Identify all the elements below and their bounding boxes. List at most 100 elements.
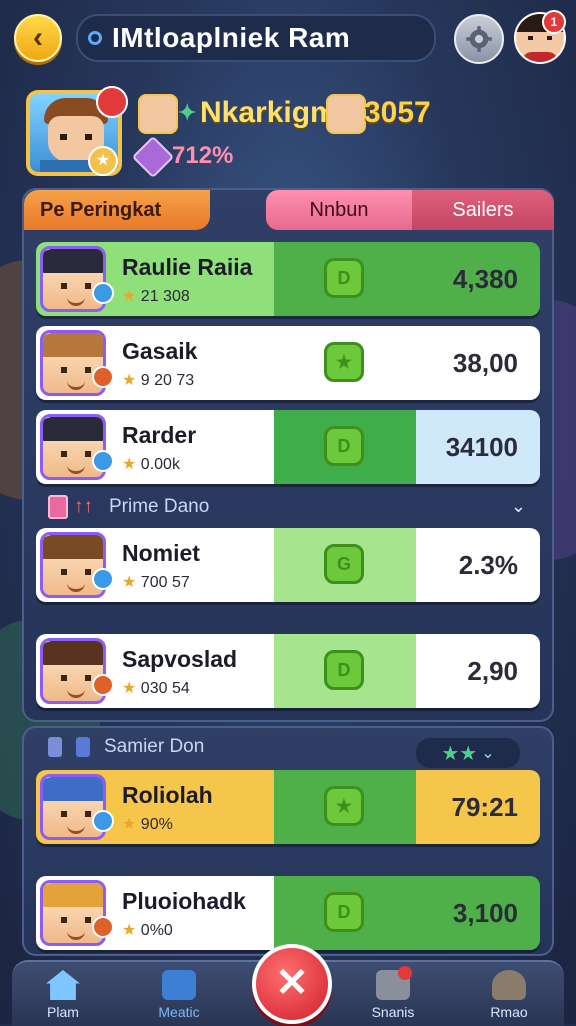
section-prime[interactable]: ↑↑ Prime Dano ⌄ [36,490,540,524]
row-gem-cell: ★ [274,326,416,400]
player-rank-badge [96,86,128,118]
arrow-icon: ↑↑ [74,496,93,517]
gem-icon[interactable]: ★ [324,786,364,826]
row-value-cell: 2,90 [416,634,540,708]
player-sub-score: ★ 21 308 [122,286,190,306]
player-sub-score: ★ 9 20 73 [122,370,194,390]
hat [43,417,103,441]
back-arrow-icon[interactable]: ‹ [14,14,62,62]
page-title: IMtloaplniek Ram [112,22,351,53]
star-icon: ★ [122,922,137,939]
gem-icon[interactable]: D [324,892,364,932]
eyes [61,569,91,575]
mouth [67,689,85,698]
gem-icon[interactable]: D [324,258,364,298]
sub-value: 9 20 73 [140,372,195,389]
mouth [67,465,85,474]
player-sub-score: ★ 700 57 [122,572,190,592]
leaderboard-row[interactable]: Pluoiohadk ★ 0%0 D 3,100 [36,876,540,950]
nav-profile[interactable]: Rmao [464,962,554,1026]
eyes [61,917,91,923]
chevron-down-icon[interactable]: ⌄ [481,743,494,763]
row-player-cell: Raulie Raiia ★ 21 308 [36,242,274,316]
gem-icon[interactable]: G [324,544,364,584]
player-score: 3057 [364,96,431,129]
row-gem-cell: ★ [274,770,416,844]
sub-value: 030 54 [140,680,190,697]
row-player-cell: Rarder ★ 0.00k [36,410,274,484]
nav-label: Meatic [158,1004,200,1020]
row-value: 2.3% [458,550,518,580]
player-name: Rarder [122,422,197,448]
mouth [67,825,85,834]
row-value-cell: 34100 [416,410,540,484]
row-player-cell: Sapvoslad ★ 030 54 [36,634,274,708]
sub-value: 0.00k [140,456,180,473]
leaderboard-row[interactable]: Gasaik ★ 9 20 73 ★ 38,00 [36,326,540,400]
row-player-cell: Roliolah ★ 90% [36,770,274,844]
nav-home[interactable]: Plam [18,962,108,1026]
title-dot-icon [88,31,102,45]
rank-badge [92,282,114,304]
mouth [67,931,85,940]
settings-gear-icon[interactable] [454,14,504,64]
hat [43,249,103,273]
sub-value: 90% [140,816,173,833]
nav-library[interactable]: Meatic [134,962,224,1026]
eyes [61,283,91,289]
gem-icon[interactable]: D [324,650,364,690]
mouth [67,583,85,592]
row-value: 79:21 [451,792,519,822]
tab-ranking[interactable]: Pe Peringkat [24,190,210,230]
home-icon [46,970,80,1000]
nav-label: Rmao [490,1004,528,1020]
chevron-down-icon[interactable]: ⌄ [511,496,526,517]
leaderboard-row[interactable]: Sapvoslad ★ 030 54 D 2,90 [36,634,540,708]
tab-sailers[interactable]: Sailers [412,190,554,230]
player-name: Roliolah [122,782,213,808]
eyes [61,675,91,681]
rank-badge [92,810,114,832]
player-sub-score: ★ 0.00k [122,454,180,474]
player-name: Nkarkigm [200,96,337,129]
row-value-cell: 3,100 [416,876,540,950]
character-icon [138,94,178,134]
character-icon [326,94,366,134]
notification-badge: 1 [542,10,566,34]
row-player-cell: Gasaik ★ 9 20 73 [36,326,274,400]
tab-nnbun[interactable]: Nnbun [266,190,412,230]
eyes [61,451,91,457]
player-name: Pluoiohadk [122,888,246,914]
row-player-cell: Pluoiohadk ★ 0%0 [36,876,274,950]
gem-icon[interactable]: D [324,426,364,466]
sub-value: 21 308 [140,288,190,305]
section-label: Prime Dano [109,496,210,517]
rank-badge [92,450,114,472]
nav-stats[interactable]: Snanis [348,962,438,1026]
row-value-cell: 38,00 [416,326,540,400]
row-gem-cell: G [274,528,416,602]
gem-icon [131,135,175,179]
leaderboard-row[interactable]: Roliolah ★ 90% ★ 79:21 [36,770,540,844]
section-label: Samier Don [104,736,205,757]
gem-icon[interactable]: ★ [324,342,364,382]
book-icon [48,737,62,757]
hat [43,883,103,907]
player-name: Raulie Raiia [122,254,253,280]
top-bar: ‹ IMtloaplniek Ram 1 [0,0,576,72]
leaderboard-row[interactable]: Raulie Raiia ★ 21 308 D 4,380 [36,242,540,316]
section-samier[interactable]: Samier Don ★★ ⌄ [36,730,540,768]
row-value: 34100 [445,432,518,462]
star-icon: ★ [88,146,118,176]
row-value-cell: 2.3% [416,528,540,602]
close-icon[interactable]: ✕ [252,944,332,1024]
mouth [67,381,85,390]
hat [43,535,103,559]
hat [43,333,103,357]
row-gem-cell: D [274,410,416,484]
leaderboard-row[interactable]: Rarder ★ 0.00k D 34100 [36,410,540,484]
leaderboard-row[interactable]: Nomiet ★ 700 57 G 2.3% [36,528,540,602]
star-icon: ★ [122,456,137,473]
rank-badge [92,916,114,938]
row-value: 4,380 [452,264,518,294]
